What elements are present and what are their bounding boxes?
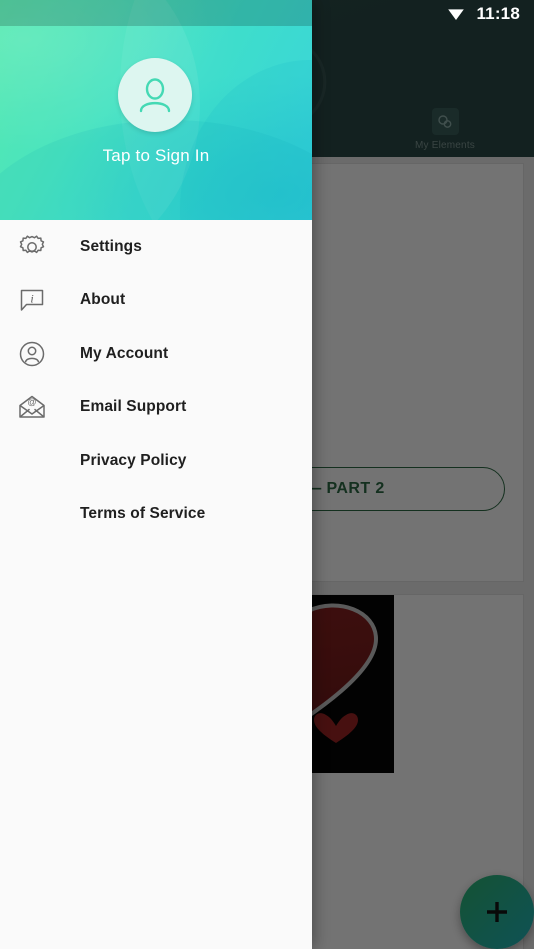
sidebar-item-label: About	[80, 291, 126, 309]
person-avatar-icon	[139, 78, 171, 113]
sidebar-item-label: Terms of Service	[80, 505, 206, 523]
drawer-menu: Settings i About My Account @ Email Supp…	[0, 220, 312, 541]
status-bar-clock: 11:18	[476, 3, 520, 23]
sidebar-item-label: Privacy Policy	[80, 451, 187, 469]
sidebar-item-email-support[interactable]: @ Email Support	[0, 381, 312, 435]
sidebar-item-about[interactable]: i About	[0, 274, 312, 328]
sidebar-item-privacy-policy[interactable]: Privacy Policy	[0, 434, 312, 488]
sidebar-item-label: Settings	[80, 237, 142, 255]
sidebar-item-settings[interactable]: Settings	[0, 220, 312, 274]
sidebar-item-label: Email Support	[80, 398, 187, 416]
envelope-at-icon: @	[16, 391, 48, 423]
svg-text:i: i	[30, 292, 33, 306]
person-circle-icon	[16, 338, 48, 370]
drawer-header[interactable]: Tap to Sign In	[0, 0, 312, 220]
navigation-drawer[interactable]: Tap to Sign In Settings i About My Accou…	[0, 0, 312, 949]
sidebar-item-my-account[interactable]: My Account	[0, 327, 312, 381]
sidebar-item-label: My Account	[80, 344, 169, 362]
wifi-icon	[448, 9, 465, 20]
phone-screen: n My Elements he first motion graphics B…	[0, 0, 534, 949]
sidebar-item-terms-of-service[interactable]: Terms of Service	[0, 488, 312, 542]
svg-text:@: @	[27, 397, 36, 407]
sign-in-label[interactable]: Tap to Sign In	[0, 146, 312, 166]
gear-icon	[16, 231, 48, 263]
avatar[interactable]	[118, 58, 192, 132]
info-bubble-icon: i	[16, 284, 48, 316]
drawer-status-band	[0, 0, 312, 26]
